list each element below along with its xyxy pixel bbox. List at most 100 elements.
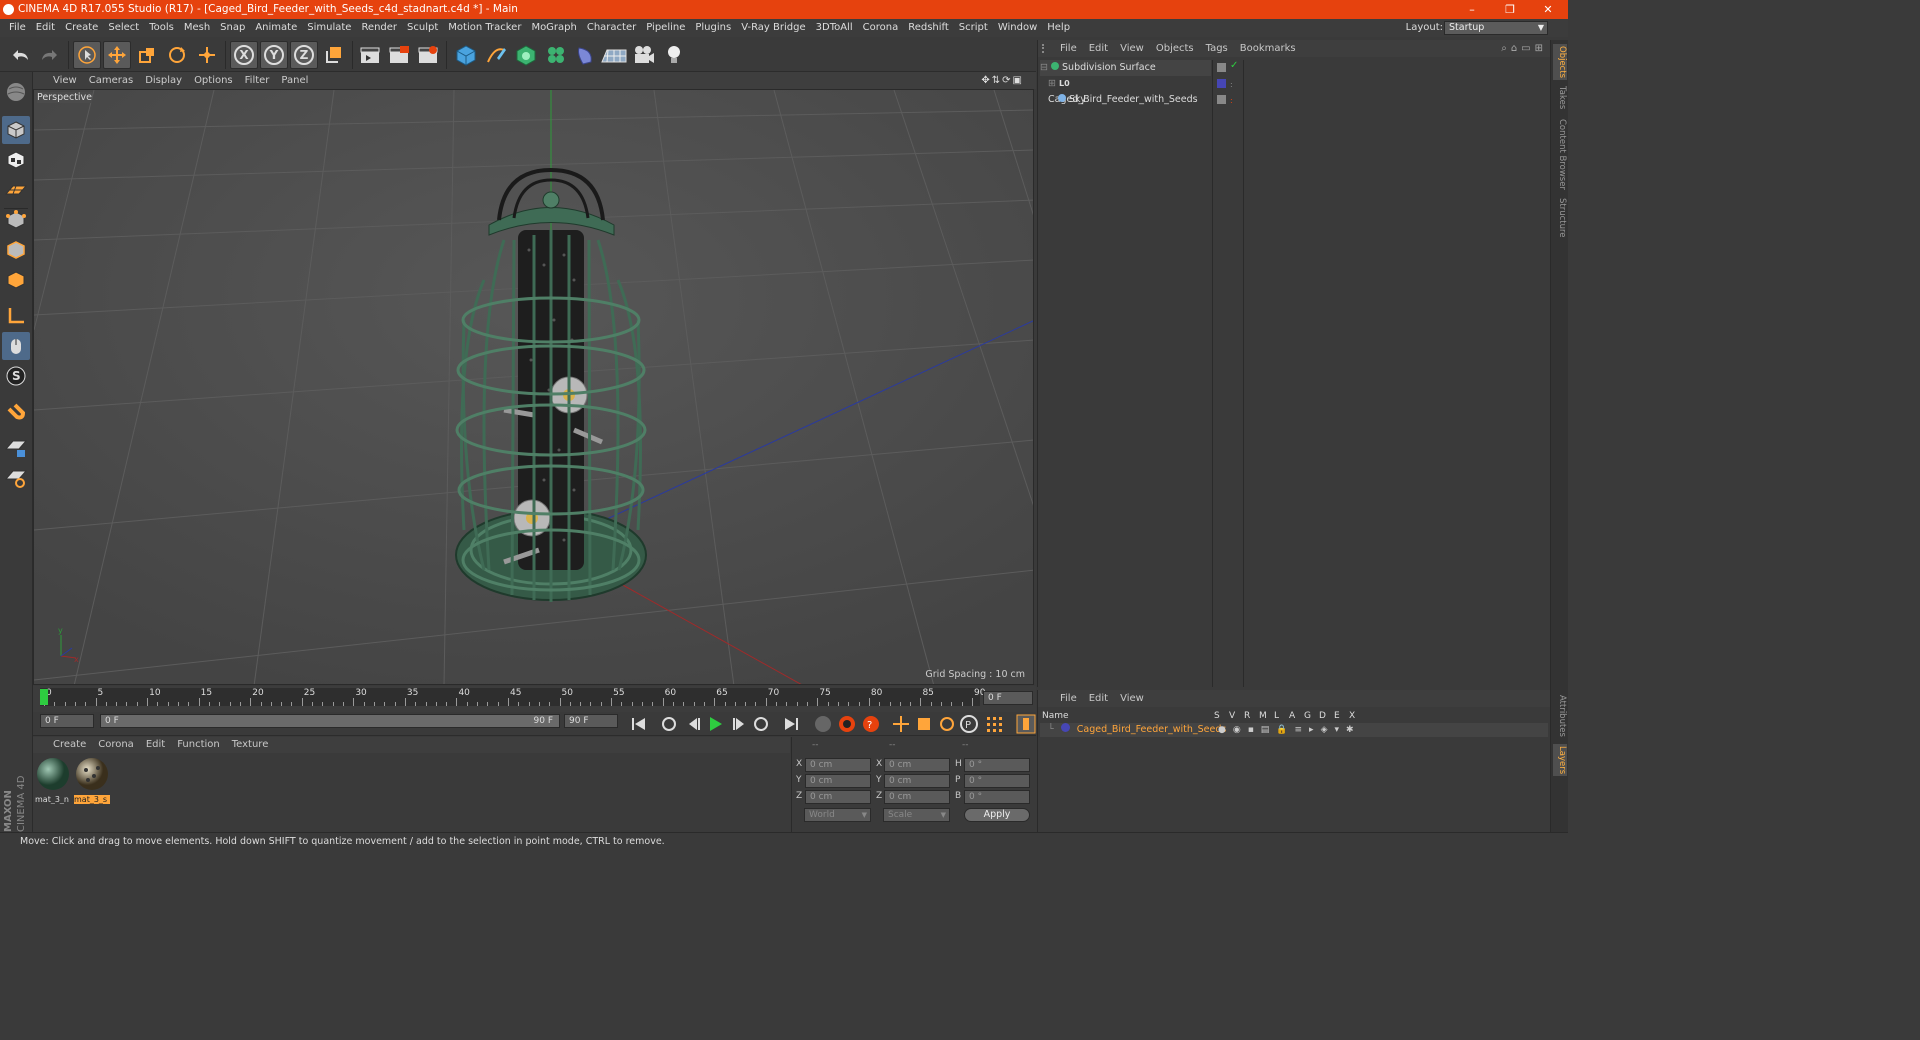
menu-animate[interactable]: Animate (250, 19, 302, 37)
layer-col-animation[interactable]: A (1289, 711, 1304, 721)
size-y-field[interactable]: 0 cm (884, 774, 950, 788)
layer-col-view[interactable]: V (1229, 711, 1244, 721)
viewport-nav-icons[interactable]: ✥⇅⟳▣ (975, 72, 1030, 89)
object-row-subdivision[interactable]: ⊟ Subdivision Surface (1040, 60, 1211, 76)
edges-mode-button[interactable] (2, 236, 30, 264)
menu-character[interactable]: Character (582, 19, 641, 37)
make-editable-button[interactable] (2, 78, 30, 106)
menu-script[interactable]: Script (954, 19, 993, 37)
key-pla-icon[interactable] (987, 717, 1002, 732)
menu-vray-bridge[interactable]: V-Ray Bridge (736, 19, 810, 37)
lock-workplane-button[interactable] (2, 434, 30, 462)
layer-col-generators[interactable]: G (1304, 711, 1319, 721)
transform-tool-button[interactable] (193, 41, 221, 69)
playback-controls[interactable]: ? P (627, 713, 1047, 735)
key-position-icon[interactable] (893, 716, 909, 732)
minimize-button[interactable]: – (1454, 0, 1490, 19)
layer-menu-file[interactable]: File (1054, 690, 1083, 707)
scale-tool-button[interactable] (133, 41, 161, 69)
axis-mode-button[interactable] (2, 302, 30, 330)
size-mode-select[interactable]: Scale ▼ (883, 808, 950, 822)
tree-expand-icon[interactable]: ⊞ (1048, 78, 1056, 89)
layer-col-xref[interactable]: X (1349, 711, 1364, 721)
snap-button[interactable] (2, 398, 30, 426)
next-frame-icon[interactable] (733, 718, 744, 730)
solo-button[interactable]: S (2, 362, 30, 390)
menu-select[interactable]: Select (103, 19, 144, 37)
layer-menu-edit[interactable]: Edit (1083, 690, 1114, 707)
layer-swatch-icon[interactable] (1217, 63, 1226, 72)
timeline-ruler[interactable]: 0 5 10 15 20 25 30 35 40 45 50 55 60 65 70 75 80 85 90 (40, 688, 985, 706)
object-menu-bookmarks[interactable]: Bookmarks (1234, 40, 1302, 57)
redo-button[interactable] (36, 41, 64, 69)
layer-name[interactable]: Caged_Bird_Feeder_with_Seeds (1077, 724, 1227, 735)
workplane-mode-button[interactable] (2, 176, 30, 204)
frame-range-slider[interactable]: 0 F 90 F (100, 714, 560, 728)
rotation-p-field[interactable]: 0 ° (964, 774, 1030, 788)
previous-key-icon[interactable] (662, 717, 676, 731)
model-mode-button[interactable] (2, 116, 30, 144)
object-menu-tags[interactable]: Tags (1200, 40, 1234, 57)
select-tool-button[interactable] (73, 41, 101, 69)
menu-corona[interactable]: Corona (858, 19, 904, 37)
go-to-end-icon[interactable] (785, 718, 798, 730)
end-frame-field[interactable]: 90 F (564, 714, 618, 728)
add-light-button[interactable] (660, 41, 688, 69)
size-x-field[interactable]: 0 cm (884, 758, 950, 772)
layer-col-locked[interactable]: L (1274, 711, 1289, 721)
menu-mograph[interactable]: MoGraph (526, 19, 581, 37)
key-parameter-icon[interactable]: P (960, 715, 978, 733)
axis-y-button[interactable]: Y (260, 41, 288, 69)
visibility-dots-icon[interactable]: : (1230, 96, 1233, 105)
layer-toggles-icons[interactable]: ●◉▪▤🔒≡▸◈▾✱ (1218, 723, 1361, 737)
add-mograph-button[interactable] (542, 41, 570, 69)
previous-frame-icon[interactable] (689, 718, 700, 730)
tweak-mode-button[interactable] (2, 332, 30, 360)
add-cube-button[interactable] (452, 41, 480, 69)
rotation-b-field[interactable]: 0 ° (964, 790, 1030, 804)
tree-collapse-icon[interactable]: ⊟ (1040, 62, 1048, 73)
position-y-field[interactable]: 0 cm (805, 774, 871, 788)
panel-grip-icon[interactable] (1042, 44, 1048, 53)
layer-col-expressions[interactable]: E (1334, 711, 1349, 721)
menu-file[interactable]: File (4, 19, 31, 37)
layer-col-deformers[interactable]: D (1319, 711, 1334, 721)
undo-button[interactable] (6, 41, 34, 69)
playhead[interactable] (40, 689, 48, 705)
menu-mesh[interactable]: Mesh (179, 19, 215, 37)
render-view-button[interactable] (356, 41, 384, 69)
menu-create[interactable]: Create (60, 19, 103, 37)
viewport-menu-options[interactable]: Options (188, 72, 239, 89)
layer-col-render[interactable]: R (1244, 711, 1259, 721)
enabled-check-icon[interactable]: ✓ (1230, 60, 1238, 71)
menu-pipeline[interactable]: Pipeline (641, 19, 690, 37)
render-settings-button[interactable] (414, 41, 442, 69)
close-button[interactable]: ✕ (1530, 0, 1566, 19)
menu-window[interactable]: Window (993, 19, 1042, 37)
key-scale-icon[interactable] (918, 718, 930, 730)
position-z-field[interactable]: 0 cm (805, 790, 871, 804)
tab-objects[interactable]: Objects (1553, 44, 1567, 80)
material-swatch-selected[interactable]: mat_3_s (74, 756, 110, 804)
texture-mode-button[interactable] (2, 146, 30, 174)
add-generator-button[interactable] (512, 41, 540, 69)
keyframe-selection-icon[interactable]: ? (863, 716, 879, 732)
menu-help[interactable]: Help (1042, 19, 1075, 37)
menu-3dtoall[interactable]: 3DToAll (811, 19, 858, 37)
material-menu-function[interactable]: Function (171, 737, 226, 753)
object-row-sky[interactable]: Sky (1040, 92, 1211, 108)
menu-simulate[interactable]: Simulate (302, 19, 356, 37)
layer-col-solo[interactable]: S (1214, 711, 1229, 721)
key-rotation-icon[interactable] (940, 717, 954, 731)
viewport-camera-label[interactable]: Perspective (37, 92, 93, 103)
polygons-mode-button[interactable] (2, 266, 30, 294)
tab-takes[interactable]: Takes (1553, 84, 1567, 112)
layer-col-manager[interactable]: M (1259, 711, 1274, 721)
object-manager-tools[interactable]: ⌕⌂▭⊞ (1501, 40, 1547, 57)
add-deformer-button[interactable] (572, 41, 600, 69)
apply-button[interactable]: Apply (964, 808, 1030, 822)
size-z-field[interactable]: 0 cm (884, 790, 950, 804)
material-menu-edit[interactable]: Edit (140, 737, 171, 753)
restore-button[interactable]: ❐ (1492, 0, 1528, 19)
rotate-tool-button[interactable] (163, 41, 191, 69)
